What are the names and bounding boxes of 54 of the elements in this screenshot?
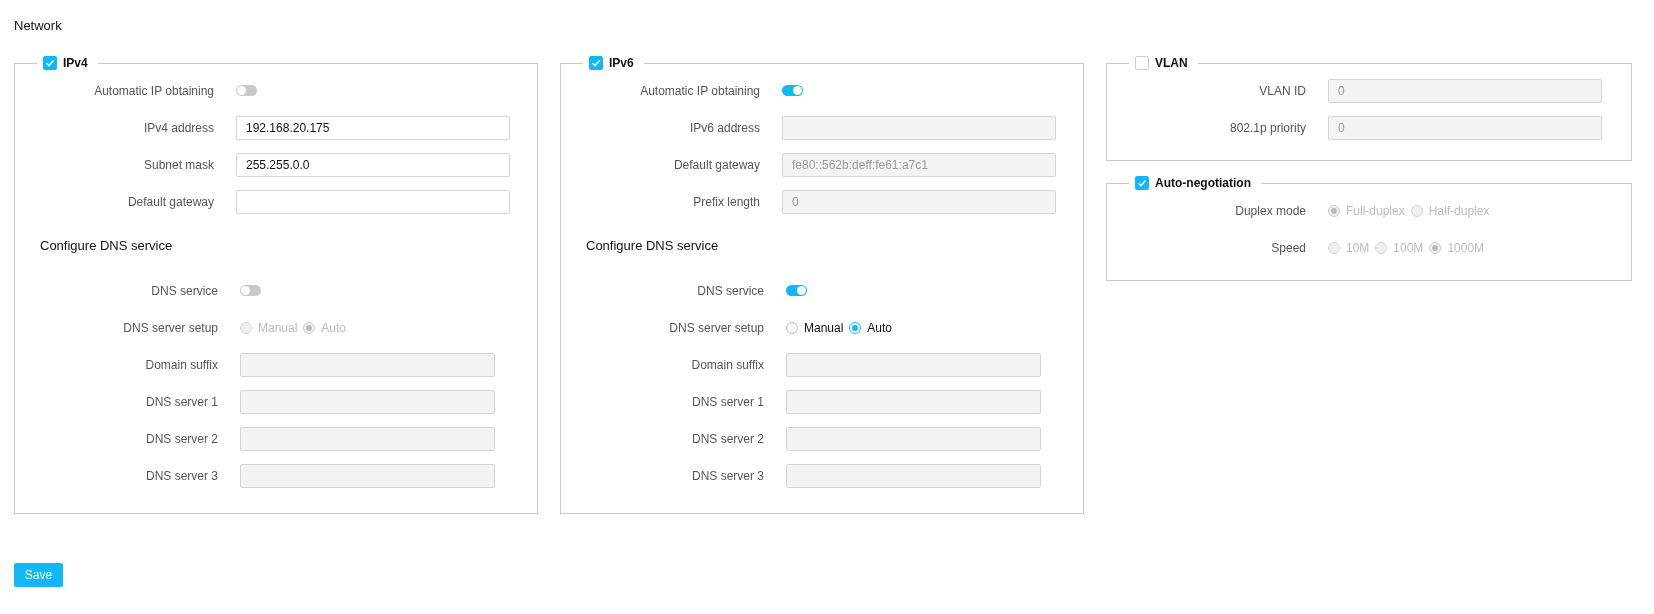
input-field[interactable]: 192.168.20.175 — [236, 115, 510, 140]
radio-label: 1000M — [1447, 240, 1485, 255]
field-label: VLAN ID — [1258, 83, 1306, 98]
checkbox[interactable] — [43, 56, 57, 70]
field-label: DNS server 1 — [690, 394, 764, 409]
checkbox[interactable] — [1135, 56, 1149, 70]
field-label: IPv6 address — [688, 120, 760, 135]
radio-label: Auto — [867, 320, 893, 335]
field-label: DNS service — [150, 283, 218, 298]
field-label: DNS server 1 — [144, 394, 218, 409]
radio-button[interactable] — [849, 321, 862, 334]
field-label: DNS server setup — [668, 320, 764, 335]
radio-label: Half-duplex — [1428, 203, 1490, 218]
section-heading: Configure DNS service — [585, 237, 720, 255]
field-label: DNS server 2 — [690, 431, 764, 446]
input-field[interactable]: 255.255.0.0 — [236, 152, 510, 177]
field-label: Automatic IP obtaining — [93, 83, 214, 98]
field-label: Duplex mode — [1234, 203, 1306, 218]
panel-title: IPv6 — [609, 56, 634, 70]
panel-title: Auto-negotiation — [1155, 176, 1251, 190]
input-field[interactable] — [236, 189, 510, 214]
toggle-switch[interactable] — [786, 285, 807, 296]
section-heading: Configure DNS service — [39, 237, 174, 255]
field-label: Default gateway — [672, 157, 760, 172]
field-label: DNS server 3 — [144, 468, 218, 483]
field-label: DNS service — [696, 283, 764, 298]
panel-title: IPv4 — [63, 56, 88, 70]
save-button[interactable]: Save — [14, 563, 63, 587]
toggle-switch[interactable] — [236, 85, 257, 96]
field-label: DNS server setup — [122, 320, 218, 335]
radio-label: Manual — [258, 320, 298, 335]
toggle-switch[interactable] — [240, 285, 261, 296]
radio-label: 10M — [1346, 240, 1370, 255]
field-label: Automatic IP obtaining — [639, 83, 760, 98]
field-label: 802.1p priority — [1228, 120, 1306, 135]
field-label: Domain suffix — [690, 357, 764, 372]
radio-label: Manual — [804, 320, 844, 335]
field-label: Prefix length — [692, 194, 760, 209]
radio-button[interactable] — [786, 321, 798, 334]
checkbox[interactable] — [1135, 176, 1149, 190]
field-label: DNS server 2 — [144, 431, 218, 446]
field-label: DNS server 3 — [690, 468, 764, 483]
panel-title: VLAN — [1155, 56, 1188, 70]
field-label: Speed — [1270, 240, 1306, 255]
radio-label: 100M — [1393, 240, 1424, 255]
checkbox[interactable] — [589, 56, 603, 70]
field-label: Default gateway — [126, 194, 214, 209]
field-label: IPv4 address — [142, 120, 214, 135]
radio-label: Auto — [321, 320, 347, 335]
field-label: Subnet mask — [142, 157, 214, 172]
field-label: Domain suffix — [144, 357, 218, 372]
page-title: Network — [14, 18, 63, 34]
toggle-switch[interactable] — [782, 85, 803, 96]
radio-label: Full-duplex — [1346, 203, 1405, 218]
